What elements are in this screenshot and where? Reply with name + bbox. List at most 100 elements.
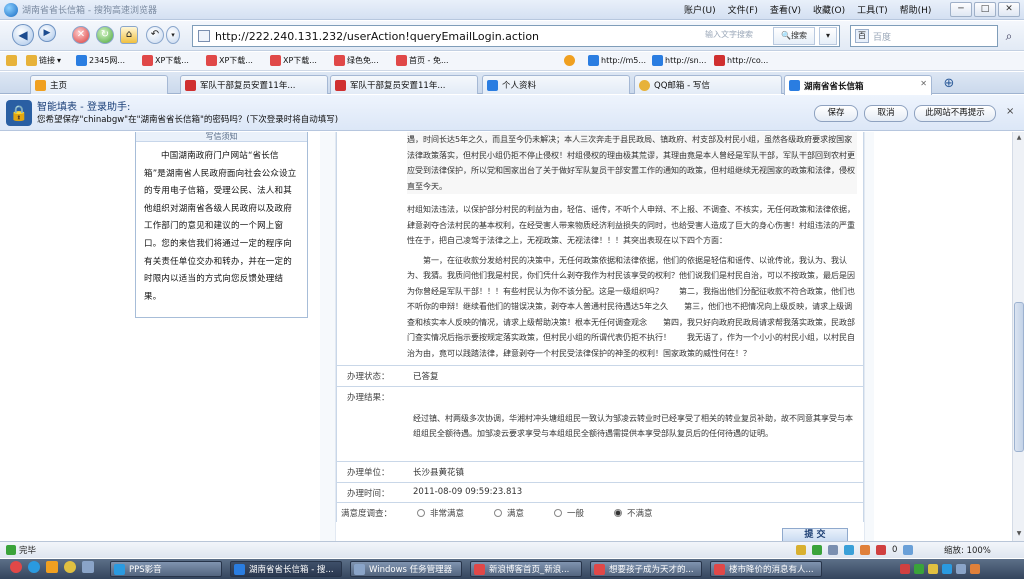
password-helper-bar: 🔒 智能填表 - 登录助手: 您希望保存"chinabgw"在"湖南省省长信箱"… [0,95,1024,131]
taskbar-item[interactable]: 湖南省省长信箱 - 搜... [230,561,342,577]
block-icon[interactable] [876,545,886,555]
bookmark-item[interactable]: 链接 ▾ [26,55,61,66]
instructions-caption: 写信须知 [136,132,307,142]
tab-qqmail[interactable]: QQ邮箱 - 写信 [634,75,782,94]
cancel-button[interactable]: 取消 [864,105,908,122]
bookmark-icon [142,55,153,66]
bookmark-icon [564,55,575,66]
scroll-down-icon[interactable]: ▼ [1014,529,1024,539]
taskbar-item[interactable]: 楼市降价的消息有人... [710,561,822,577]
tab-military-2[interactable]: 军队干部复员安置11年... [330,75,478,94]
security-icon[interactable] [812,545,822,555]
close-icon[interactable]: × [1006,106,1014,117]
speaker-icon[interactable] [828,545,838,555]
bookmark-label: 2345网... [89,56,125,65]
radio-icon [554,508,563,517]
tab-governor-mailbox[interactable]: 湖南省省长信箱 ✕ [784,75,932,95]
address-bar[interactable]: http://222.240.131.232/userAction!queryE… [192,25,840,47]
bookmark-item[interactable]: XP下载... [270,55,317,66]
tray-icon[interactable] [928,564,938,574]
bookmark-icon [270,55,281,66]
taskbar-item[interactable]: PPS影音 [110,561,222,577]
menu-help[interactable]: 帮助(H) [900,3,932,16]
minimize-button[interactable]: ─ [950,2,972,17]
counter-value: 0 [892,545,898,555]
network-icon[interactable] [844,545,854,555]
radio-satisfied[interactable]: 满意 [494,507,524,519]
taskbar: PPS影音 湖南省省长信箱 - 搜... Windows 任务管理器 新浪博客首… [0,559,1024,579]
zoom-level[interactable]: 缩放: 100% [944,544,991,556]
instructions-text: 中国湖南政府门户网站“省长信箱”是湖南省人民政府面向社会公众设立的专用电子信箱，… [144,151,297,302]
bookmark-label: http://sn... [665,56,707,65]
home-icon[interactable]: ⌂ [120,26,138,44]
back-button[interactable]: ◀ [12,24,34,46]
tray-icon[interactable] [914,564,924,574]
close-tab-icon[interactable]: ✕ [920,79,927,88]
menu-account[interactable]: 账户(U) [684,3,716,16]
site-icon [487,79,498,91]
maximize-button[interactable]: □ [974,2,996,17]
quick-launch-icon[interactable] [82,561,94,573]
tab-military-1[interactable]: 军队干部复员安置11年... [180,75,328,94]
radio-unsatisfied[interactable]: 不满意 [614,507,653,519]
link-icon [26,55,37,66]
quick-launch [10,561,94,573]
quick-launch-icon[interactable] [46,561,58,573]
bookmark-item[interactable]: XP下载... [142,55,189,66]
tray-icon[interactable] [900,564,910,574]
bookmark-item[interactable]: http://co... [714,55,768,66]
screenshot-icon[interactable] [903,545,914,555]
bookmark-item[interactable]: 绿色免... [334,55,379,66]
bookmark-item[interactable]: http://sn... [652,55,706,66]
refresh-icon[interactable]: ↻ [96,26,114,44]
taskbar-item[interactable]: Windows 任务管理器 [350,561,462,577]
scroll-thumb[interactable] [1014,302,1024,452]
tray-icon[interactable] [942,564,952,574]
bookmark-item[interactable]: 2345网... [76,55,125,66]
undo-close-icon[interactable]: ↶ [146,26,164,44]
search-box[interactable]: 百 百度 [850,25,998,47]
menu-view[interactable]: 查看(V) [770,3,801,16]
download-icon[interactable] [796,545,806,555]
chevron-down-icon[interactable]: ▾ [166,26,180,44]
taskbar-item[interactable]: 想要孩子成为天才的... [590,561,702,577]
search-engine-icon[interactable]: 百 [855,29,869,43]
tab-label: 军队干部复员安置11年... [350,81,446,91]
bookmark-folder-icon[interactable] [6,55,17,66]
new-tab-icon[interactable]: ⊕ [940,76,958,92]
quick-launch-icon[interactable] [64,561,76,573]
radio-very-satisfied[interactable]: 非常满意 [417,507,464,519]
tab-bar: 主页 军队干部复员安置11年... 军队干部复员安置11年... 个人资料 QQ… [0,72,1024,95]
bookmark-item[interactable]: http://m5... [588,55,646,66]
extension-icon[interactable] [860,545,870,555]
radio-average[interactable]: 一般 [554,507,584,519]
tab-profile[interactable]: 个人资料 [482,75,630,94]
bookmark-item[interactable]: XP下载... [206,55,253,66]
tab-home[interactable]: 主页 [30,75,168,94]
never-prompt-button[interactable]: 此网站不再提示 [914,105,996,122]
address-url[interactable]: http://222.240.131.232/userAction!queryE… [215,30,539,43]
tray-icon[interactable] [970,564,980,574]
bookmark-label: XP下载... [219,56,253,65]
menu-file[interactable]: 文件(F) [728,3,758,16]
quick-launch-icon[interactable] [28,561,40,573]
search-icon[interactable]: ⌕ [998,26,1020,46]
taskbar-item[interactable]: 新浪博客首页_新浪... [470,561,582,577]
scroll-up-icon[interactable]: ▲ [1014,133,1024,143]
quick-launch-icon[interactable] [10,561,22,573]
address-dropdown-icon[interactable]: ▾ [819,27,837,45]
bookmark-label: XP下载... [283,56,317,65]
forward-button[interactable]: ▶ [38,24,56,42]
menu-favorites[interactable]: 收藏(O) [813,3,845,16]
save-password-button[interactable]: 保存 [814,105,858,122]
bookmark-item[interactable] [564,55,575,66]
menu-tools[interactable]: 工具(T) [857,3,888,16]
bookmark-item[interactable]: 首页 - 免... [396,55,449,66]
bookmark-label: 首页 - 免... [409,56,449,65]
address-search-button[interactable]: 🔍搜索 [773,27,815,45]
stop-icon[interactable]: ✕ [72,26,90,44]
vertical-scrollbar[interactable]: ▲ ▼ [1012,132,1024,541]
close-window-button[interactable]: ✕ [998,2,1020,17]
bookmark-icon [714,55,725,66]
tray-icon[interactable] [956,564,966,574]
